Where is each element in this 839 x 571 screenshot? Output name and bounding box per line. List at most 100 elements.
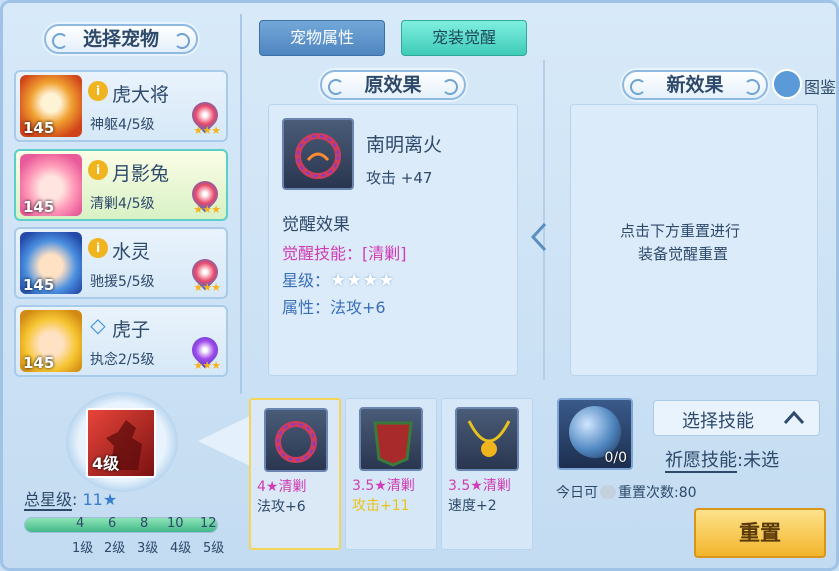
- level-label: 2级: [104, 541, 126, 556]
- wish-skill-value: :未选: [737, 450, 780, 471]
- star-rating: ★★★: [193, 281, 221, 294]
- pet-item-2[interactable]: 145 i 水灵 驰援5/5级 ★★★: [14, 227, 228, 299]
- equipment-stat: 攻击 +47: [366, 169, 433, 187]
- today-label: 今日可: [556, 485, 598, 501]
- pet-item-3[interactable]: 145 ◇ 虎子 执念2/5级 ★★★: [14, 305, 228, 377]
- pet-skill-level: 神躯4/5级: [90, 117, 155, 133]
- diamond-icon: ◇: [90, 313, 106, 337]
- card-attribute: 法攻+6: [257, 499, 306, 515]
- new-effect-hint-2: 装备觉醒重置: [638, 245, 729, 263]
- pet-item-1[interactable]: 145 i 月影兔 清剿4/5级 ★★★: [14, 149, 228, 221]
- pet-level: 145: [23, 198, 55, 216]
- progress-tick: 4: [76, 516, 85, 531]
- pet-avatar: 145: [20, 154, 82, 216]
- original-effect-title: 原效果: [320, 70, 466, 100]
- star-rating: ★★★: [193, 203, 221, 216]
- star-rating: ★★★: [193, 124, 221, 137]
- card-star-skill: 3.5★清剿: [448, 478, 511, 494]
- pet-name: 月影兔: [112, 163, 170, 185]
- reset-count-value: :80: [674, 485, 697, 501]
- chevron-up-icon: [783, 410, 805, 425]
- total-star-value: 11: [82, 490, 103, 509]
- pet-avatar: 145: [20, 310, 82, 372]
- equipment-icon: [282, 118, 354, 190]
- star-icon: ★: [102, 490, 118, 509]
- new-effect-hint-1: 点击下方重置进行: [620, 222, 741, 240]
- star-progress-bar: [24, 517, 218, 533]
- awaken-skill-row: 觉醒技能：[清剿]: [282, 240, 407, 264]
- pet-skill-level: 执念2/5级: [90, 352, 155, 368]
- coin-icon: [600, 485, 616, 499]
- skill-icon[interactable]: 4级: [86, 408, 156, 478]
- attr-row: 属性：法攻+6: [282, 294, 386, 318]
- info-icon: i: [88, 160, 108, 180]
- select-pet-title: 选择宠物: [44, 24, 198, 54]
- progress-tick: 6: [108, 516, 117, 531]
- pet-name: 虎大将: [112, 84, 170, 106]
- necklace-icon: [455, 407, 519, 471]
- select-skill-label: 选择技能: [682, 411, 754, 432]
- info-icon: i: [88, 238, 108, 258]
- card-attribute: 攻击+11: [352, 498, 410, 514]
- progress-fill: [25, 518, 217, 532]
- attr-value: 法攻+6: [330, 298, 386, 317]
- atlas-label: 图鉴: [804, 78, 837, 97]
- wish-skill-label[interactable]: 祈愿技能: [665, 450, 737, 473]
- attr-label: 属性：: [282, 298, 331, 317]
- reset-count-label: 重置次数: [618, 485, 674, 501]
- awaken-skill-value: [清剿]: [362, 244, 407, 263]
- total-star-label: 总星级: [24, 490, 73, 511]
- atlas-button[interactable]: 图鉴: [772, 68, 838, 102]
- tab-pet-attributes[interactable]: 宠物属性: [259, 20, 385, 56]
- column-divider: [240, 14, 242, 394]
- separator-line: [543, 60, 545, 380]
- level-label: 1级: [72, 541, 94, 556]
- pet-name: 水灵: [112, 241, 151, 263]
- reset-button-label: 重置: [739, 521, 781, 545]
- armor-icon: [359, 407, 423, 471]
- pet-avatar: 145: [20, 232, 82, 294]
- pet-item-0[interactable]: 145 i 虎大将 神躯4/5级 ★★★: [14, 70, 228, 142]
- book-icon: [772, 69, 802, 99]
- pet-level: 145: [23, 276, 55, 294]
- card-star-skill: 3.5★清剿: [352, 478, 415, 494]
- star-rating: ★★★: [193, 359, 221, 372]
- pet-name: 虎子: [112, 319, 151, 341]
- orb-count: 0/0: [604, 450, 627, 466]
- equipment-card-2[interactable]: 3.5★清剿 速度+2: [441, 398, 533, 550]
- orb-slot[interactable]: 0/0: [557, 398, 633, 470]
- total-star: 总星级: 11★: [24, 490, 118, 511]
- tab-equipment-awaken[interactable]: 宠装觉醒: [401, 20, 527, 56]
- level-label: 5级: [203, 541, 225, 556]
- progress-tick: 10: [167, 516, 184, 531]
- new-effect-title: 新效果: [622, 70, 768, 100]
- card-star-skill: 4★清剿: [257, 479, 307, 495]
- progress-tick: 12: [200, 516, 217, 531]
- pet-level: 145: [23, 119, 55, 137]
- equipment-card-1[interactable]: 3.5★清剿 攻击+11: [345, 398, 437, 550]
- level-label: 3级: [137, 541, 159, 556]
- star-row: 星级：★★★★: [282, 267, 395, 291]
- arrow-left-icon: [198, 416, 250, 466]
- pet-level: 145: [23, 354, 55, 372]
- equipment-card-0[interactable]: 4★清剿 法攻+6: [249, 398, 341, 550]
- star-label: 星级：: [282, 271, 331, 290]
- info-icon: i: [88, 81, 108, 101]
- wish-skill-row: 祈愿技能:未选: [665, 446, 780, 473]
- progress-tick: 8: [140, 516, 149, 531]
- fire-ring-icon: [264, 408, 328, 472]
- chevron-left-icon: [530, 222, 547, 252]
- reset-count-row: 今日可 重置次数:80: [556, 482, 697, 502]
- reset-button[interactable]: 重置: [694, 508, 826, 558]
- pet-skill-level: 驰援5/5级: [90, 274, 155, 290]
- awaken-effect-title: 觉醒效果: [282, 215, 350, 235]
- level-label: 4级: [170, 541, 192, 556]
- star-value: ★★★★: [330, 270, 395, 291]
- pet-skill-level: 清剿4/5级: [90, 196, 155, 212]
- pet-avatar: 145: [20, 75, 82, 137]
- equipment-name: 南明离火: [366, 134, 443, 156]
- card-attribute: 速度+2: [448, 498, 497, 514]
- select-skill-button[interactable]: 选择技能: [653, 400, 820, 436]
- awaken-skill-label: 觉醒技能：: [282, 244, 363, 263]
- skill-level-label: 4级: [92, 454, 120, 473]
